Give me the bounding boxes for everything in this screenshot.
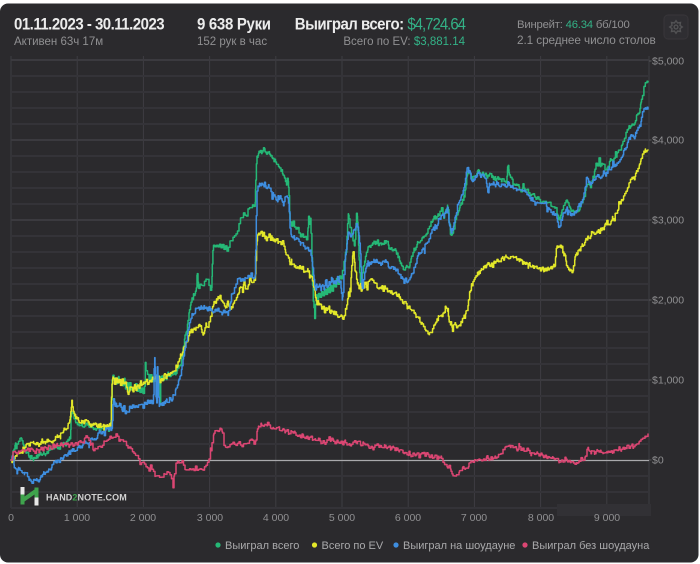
svg-text:$0: $0 xyxy=(652,455,664,467)
svg-text:3 000: 3 000 xyxy=(197,512,223,524)
svg-text:2 000: 2 000 xyxy=(130,512,156,524)
svg-text:8 000: 8 000 xyxy=(528,512,554,524)
svg-text:Активен 63ч 17м: Активен 63ч 17м xyxy=(14,36,103,48)
svg-text:152 рук в час: 152 рук в час xyxy=(197,36,267,48)
svg-text:6 000: 6 000 xyxy=(395,512,421,524)
svg-text:Всего по EV: $3,881.14: Всего по EV: $3,881.14 xyxy=(343,36,465,48)
svg-text:$3,000: $3,000 xyxy=(652,215,684,227)
svg-text:2.1 среднее число столов: 2.1 среднее число столов xyxy=(517,33,656,47)
svg-text:5 000: 5 000 xyxy=(329,512,355,524)
svg-text:$2,000: $2,000 xyxy=(652,295,684,307)
svg-text:7 000: 7 000 xyxy=(461,512,487,524)
svg-text:4 000: 4 000 xyxy=(263,512,289,524)
svg-text:$5,000: $5,000 xyxy=(652,56,684,68)
svg-text:Винрейт: 46.34 бб/100: Винрейт: 46.34 бб/100 xyxy=(517,19,630,31)
svg-text:Выиграл всего: $4,724.64: Выиграл всего: $4,724.64 xyxy=(295,16,466,34)
svg-text:Всего по EV: Всего по EV xyxy=(322,540,384,552)
svg-text:Выиграл всего: Выиграл всего xyxy=(225,540,299,552)
svg-text:9 638 Руки: 9 638 Руки xyxy=(197,16,271,34)
svg-text:01.11.2023 - 30.11.2023: 01.11.2023 - 30.11.2023 xyxy=(14,16,165,34)
svg-text:$1,000: $1,000 xyxy=(652,375,684,387)
svg-text:HAND2NOTE.COM: HAND2NOTE.COM xyxy=(46,493,127,503)
svg-text:0: 0 xyxy=(8,512,14,524)
svg-text:1 000: 1 000 xyxy=(64,512,90,524)
svg-text:$4,000: $4,000 xyxy=(652,135,684,147)
svg-text:9 000: 9 000 xyxy=(594,512,620,524)
svg-text:Выиграл на шоудауне: Выиграл на шоудауне xyxy=(403,540,515,552)
svg-text:Выиграл без шоудауна: Выиграл без шоудауна xyxy=(532,540,650,552)
